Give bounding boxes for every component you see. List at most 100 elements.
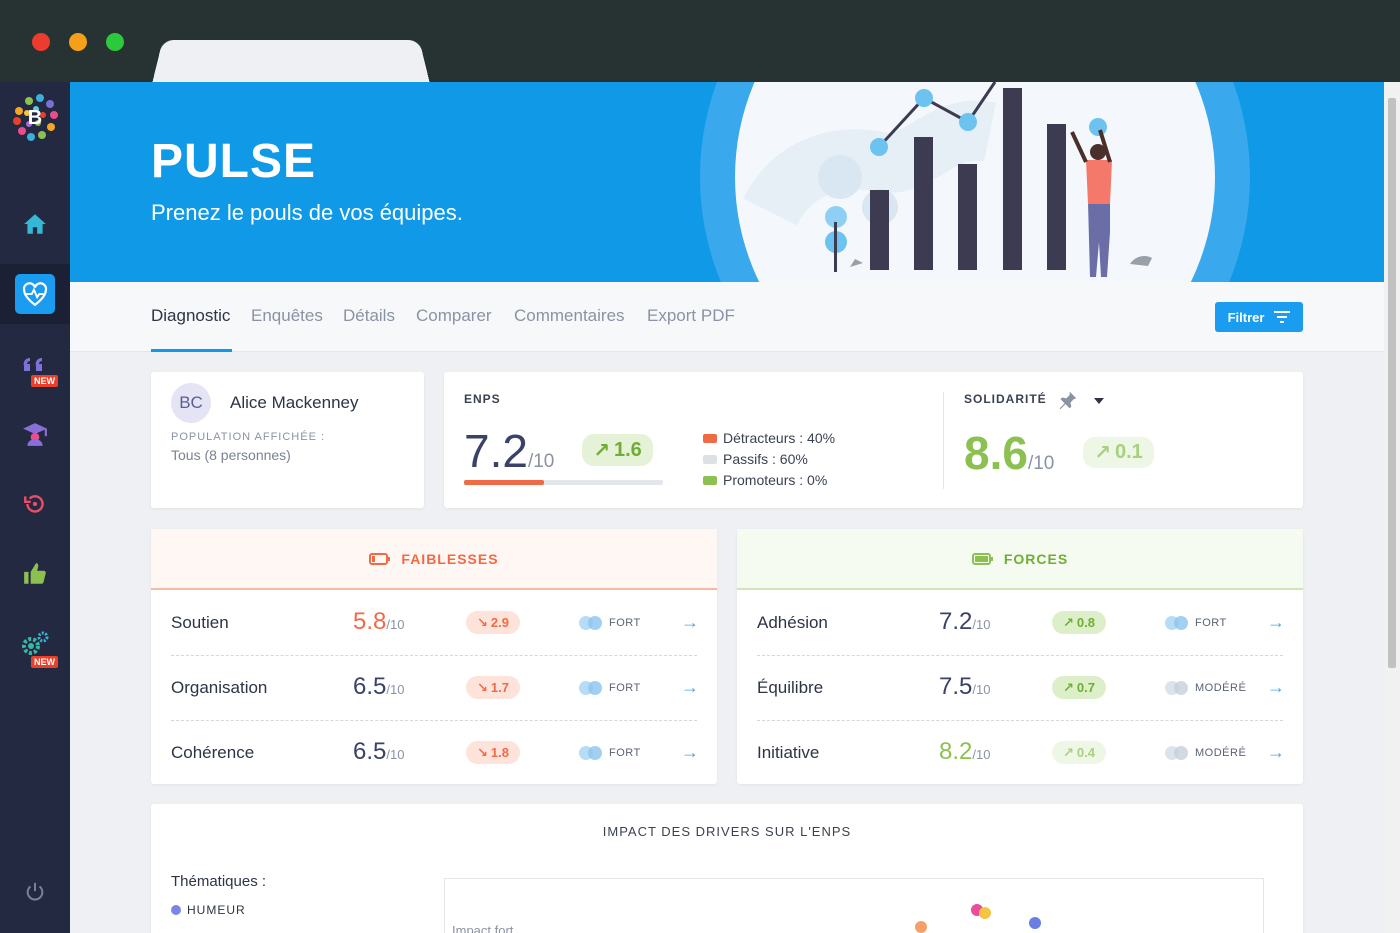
driver-score: 6.5/10 [353, 673, 405, 700]
arrow-up-right-icon: ↗ [593, 439, 610, 462]
enps-delta-value: 1.6 [613, 438, 642, 461]
filter-label: Filtrer [1227, 309, 1265, 325]
strengths-header: FORCES [737, 529, 1303, 590]
arrow-down-right-icon: ↘ [477, 744, 488, 760]
scrollbar-thumb[interactable] [1388, 98, 1396, 668]
dropdown-caret-icon[interactable] [1094, 398, 1104, 404]
thematiques-label: Thématiques : [171, 873, 267, 890]
tab-comparer[interactable]: Comparer [416, 306, 492, 326]
overlap-circles-icon [1165, 616, 1189, 630]
tab-details[interactable]: Détails [343, 306, 395, 326]
sidebar-item-training[interactable] [0, 404, 70, 464]
chart-point[interactable] [979, 907, 991, 919]
new-badge: NEW [31, 375, 58, 387]
sidebar-item-logout[interactable] [0, 862, 70, 922]
driver-delta-badge: ↘ 1.7 [466, 676, 520, 699]
card-divider [943, 392, 944, 489]
browser-tab[interactable] [152, 39, 430, 84]
chart-point[interactable] [1029, 917, 1041, 929]
impact-axis-label: Impact fort [452, 923, 514, 933]
driver-level: FORT [579, 681, 641, 695]
sidebar: B NEW NEW [0, 82, 70, 933]
tab-export-pdf[interactable]: Export PDF [647, 306, 735, 326]
driver-delta-badge: ↗ 0.8 [1052, 611, 1106, 634]
driver-delta-badge: ↘ 2.9 [466, 611, 520, 634]
driver-level: FORT [579, 746, 641, 760]
chart-point[interactable] [915, 921, 927, 933]
home-icon [24, 214, 46, 234]
impact-chart: Impact fort [444, 878, 1264, 933]
filter-icon [1274, 311, 1291, 323]
weaknesses-row[interactable]: Organisation 6.5/10 ↘ 1.7 FORT → [151, 655, 717, 720]
driver-score: 6.5/10 [353, 738, 405, 765]
battery-full-icon [971, 552, 993, 565]
window-chrome [0, 0, 1400, 84]
tab-diagnostic[interactable]: Diagnostic [151, 306, 230, 326]
arrow-right-icon[interactable]: → [1267, 742, 1285, 763]
sidebar-item-history[interactable] [0, 474, 70, 534]
arrow-right-icon[interactable]: → [681, 612, 699, 633]
close-window-button[interactable] [32, 33, 50, 51]
new-badge: NEW [31, 656, 58, 668]
app-logo[interactable]: B [9, 91, 61, 143]
strengths-row[interactable]: Équilibre 7.5/10 ↗ 0.7 MODÉRÉ → [737, 655, 1303, 720]
tab-bar: Diagnostic Enquêtes Détails Comparer Com… [70, 282, 1384, 352]
enps-label: ENPS [464, 392, 501, 406]
arrow-right-icon[interactable]: → [681, 742, 699, 763]
quote-icon [23, 357, 42, 371]
strengths-row[interactable]: Adhésion 7.2/10 ↗ 0.8 FORT → [737, 590, 1303, 655]
page-title: PULSE [151, 135, 317, 188]
weaknesses-row[interactable]: Cohérence 6.5/10 ↘ 1.8 FORT → [151, 720, 717, 785]
driver-delta-badge: ↗ 0.4 [1052, 741, 1106, 764]
legend-passifs: Passifs : 60% [703, 449, 835, 470]
solidarite-delta-value: 0.1 [1114, 441, 1143, 463]
avatar[interactable]: BC [171, 383, 211, 423]
driver-score: 7.5/10 [939, 673, 991, 700]
pin-icon[interactable] [1058, 390, 1078, 410]
solidarite-delta-badge: ↗ 0.1 [1083, 437, 1154, 468]
solidarite-score-value: 8.6 [964, 427, 1028, 479]
arrow-right-icon[interactable]: → [1267, 677, 1285, 698]
sidebar-item-feedback[interactable] [0, 544, 70, 604]
main-content: PULSE Prenez le pouls de vos équipes. Di… [70, 82, 1384, 933]
sidebar-item-home[interactable] [0, 194, 70, 254]
driver-delta-badge: ↘ 1.8 [466, 741, 520, 764]
filter-button[interactable]: Filtrer [1215, 302, 1303, 332]
driver-score: 7.2/10 [939, 608, 991, 635]
strengths-title: FORCES [1003, 550, 1069, 567]
tab-enquetes[interactable]: Enquêtes [251, 306, 323, 326]
thematique-item-humeur[interactable]: HUMEUR [171, 903, 246, 917]
overlap-circles-icon [1165, 681, 1189, 695]
enps-progress-fill [464, 480, 544, 485]
driver-score: 8.2/10 [939, 738, 991, 765]
gears-icon [22, 631, 49, 655]
sidebar-item-pulse[interactable] [0, 264, 70, 324]
overlap-circles-icon [579, 681, 603, 695]
arrow-down-right-icon: ↘ [477, 614, 488, 630]
driver-level: MODÉRÉ [1165, 746, 1246, 760]
history-icon [24, 495, 44, 513]
strengths-row[interactable]: Initiative 8.2/10 ↗ 0.4 MODÉRÉ → [737, 720, 1303, 785]
weaknesses-row[interactable]: Soutien 5.8/10 ↘ 2.9 FORT → [151, 590, 717, 655]
arrow-right-icon[interactable]: → [1267, 612, 1285, 633]
enps-score-scale: /10 [527, 451, 555, 472]
minimize-window-button[interactable] [69, 33, 87, 51]
scrollbar[interactable] [1384, 82, 1400, 933]
legend-detracteurs: Détracteurs : 40% [703, 428, 835, 449]
sidebar-item-quotes[interactable]: NEW [0, 334, 70, 394]
driver-name: Organisation [171, 678, 268, 697]
sidebar-item-settings[interactable]: NEW [0, 614, 70, 674]
banner-illustration [700, 82, 1250, 282]
user-name: Alice Mackenney [230, 393, 359, 412]
arrow-up-right-icon: ↗ [1063, 679, 1074, 695]
driver-name: Adhésion [757, 613, 828, 632]
weaknesses-header: FAIBLESSES [151, 529, 717, 590]
driver-name: Soutien [171, 613, 229, 632]
solidarite-score-scale: /10 [1027, 453, 1055, 474]
weaknesses-title: FAIBLESSES [401, 550, 499, 567]
user-card: BC Alice Mackenney POPULATION AFFICHÉE :… [151, 372, 424, 508]
maximize-window-button[interactable] [106, 33, 124, 51]
tab-commentaires[interactable]: Commentaires [514, 306, 625, 326]
arrow-right-icon[interactable]: → [681, 677, 699, 698]
driver-name: Initiative [757, 743, 820, 762]
